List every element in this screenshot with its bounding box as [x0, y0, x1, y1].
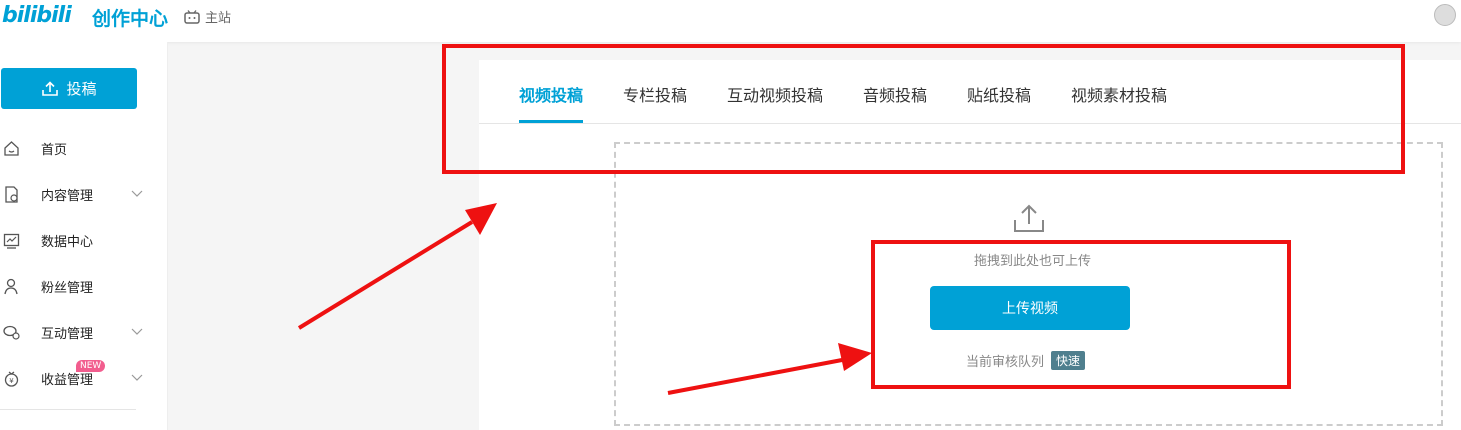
tab-article[interactable]: 专栏投稿	[623, 82, 687, 106]
tab-interactive-video[interactable]: 互动视频投稿	[727, 82, 823, 106]
upload-icon	[42, 80, 59, 96]
active-tab-indicator	[519, 120, 583, 123]
new-badge: NEW	[76, 360, 106, 372]
user-icon	[4, 278, 18, 295]
chevron-down-icon	[131, 328, 143, 335]
sidebar: 投稿 首页 内容管理 数据中心 粉丝管理 互动管理 ¥ 收益管理 NEW	[0, 42, 168, 430]
sidebar-item-interaction[interactable]: 互动管理	[0, 317, 150, 347]
creator-center-title[interactable]: 创作中心	[92, 4, 168, 31]
cloud-upload-icon	[1014, 204, 1044, 232]
upload-panel: 视频投稿 专栏投稿 互动视频投稿 音频投稿 贴纸投稿 视频素材投稿 拖拽到此处也…	[479, 60, 1461, 430]
upload-type-tabs: 视频投稿 专栏投稿 互动视频投稿 音频投稿 贴纸投稿 视频素材投稿	[479, 60, 1461, 124]
annotation-arrow-tabs	[297, 203, 497, 330]
drag-hint: 拖拽到此处也可上传	[973, 254, 1091, 269]
tv-icon	[184, 9, 200, 24]
sidebar-item-label: 首页	[41, 142, 68, 158]
queue-status-badge: 快速	[1051, 351, 1086, 370]
review-queue: 当前审核队列 快速	[966, 351, 1086, 370]
drop-zone[interactable]: 拖拽到此处也可上传 上传视频 当前审核队列 快速	[614, 142, 1443, 426]
sidebar-item-label: 数据中心	[41, 234, 94, 250]
upload-button[interactable]: 投稿	[1, 68, 137, 109]
avatar[interactable]	[1434, 4, 1456, 26]
home-icon	[4, 141, 19, 156]
chat-icon	[3, 325, 20, 340]
sidebar-divider	[0, 409, 136, 410]
home-site-link[interactable]: 主站	[184, 7, 231, 26]
sidebar-item-content[interactable]: 内容管理	[0, 179, 150, 209]
sidebar-item-income[interactable]: ¥ 收益管理 NEW	[0, 360, 150, 393]
queue-label: 当前审核队列	[966, 355, 1045, 370]
chevron-down-icon	[131, 190, 143, 197]
sidebar-item-fans[interactable]: 粉丝管理	[0, 271, 150, 301]
sidebar-item-label: 互动管理	[41, 326, 94, 342]
tab-video-material[interactable]: 视频素材投稿	[1071, 82, 1167, 106]
sidebar-item-home[interactable]: 首页	[0, 133, 150, 163]
tab-sticker[interactable]: 贴纸投稿	[967, 82, 1031, 106]
money-icon: ¥	[4, 371, 19, 387]
tab-audio[interactable]: 音频投稿	[863, 82, 927, 106]
top-bar: bilibili 创作中心 主站	[0, 0, 1461, 42]
svg-text:¥: ¥	[9, 377, 14, 385]
upload-video-button[interactable]: 上传视频	[930, 286, 1130, 330]
tab-video[interactable]: 视频投稿	[519, 82, 583, 106]
sidebar-item-label: 粉丝管理	[41, 280, 94, 296]
sidebar-item-data[interactable]: 数据中心	[0, 225, 150, 255]
content-icon	[5, 186, 18, 203]
chevron-down-icon	[131, 374, 143, 381]
chart-icon	[3, 233, 20, 249]
upload-button-label: 投稿	[66, 80, 97, 98]
bilibili-logo[interactable]: bilibili	[2, 3, 72, 28]
home-link-label: 主站	[205, 11, 232, 26]
sidebar-item-label: 内容管理	[41, 188, 94, 204]
